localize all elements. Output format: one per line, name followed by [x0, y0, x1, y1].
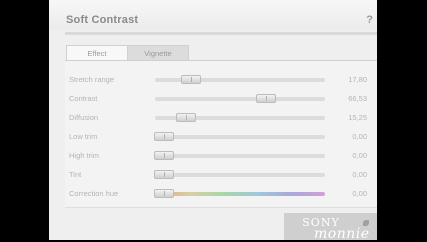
slider-row-stretch-range: Stretch range 17,80: [65, 74, 377, 86]
slider-row-contrast: Contrast 66,53: [65, 93, 377, 105]
slider-value: 15,25: [348, 113, 367, 122]
slider-value: 0,00: [352, 132, 367, 141]
slider-thumb[interactable]: [153, 189, 174, 198]
slider-thumb[interactable]: [181, 75, 202, 84]
slider-value: 66,53: [348, 94, 367, 103]
panel-title: Soft Contrast: [66, 14, 139, 26]
slider-track[interactable]: [155, 113, 325, 122]
slider-row-high-trim: High trim 0,00: [65, 150, 377, 162]
slider-thumb[interactable]: [153, 170, 174, 179]
tab-effect[interactable]: Effect: [66, 45, 128, 60]
slider-label: Low trim: [69, 132, 98, 141]
slider-thumb[interactable]: [256, 94, 276, 103]
slider-label: Contrast: [69, 94, 98, 103]
slider-track[interactable]: [153, 151, 325, 160]
slider-track[interactable]: [155, 94, 325, 103]
help-button[interactable]: ?: [366, 14, 373, 26]
slider-thumb[interactable]: [153, 132, 174, 141]
tab-vignette[interactable]: Vignette: [127, 45, 189, 60]
slider-label: Tint: [69, 170, 82, 179]
soft-contrast-panel: Soft Contrast ? Effect Vignette Stretch …: [49, 0, 377, 240]
slider-thumb[interactable]: [153, 151, 174, 160]
slider-row-low-trim: Low trim 0,00: [65, 131, 377, 143]
bottom-divider: [65, 207, 377, 208]
slider-label: Stretch range: [69, 75, 115, 84]
slider-label: Diffusion: [69, 113, 99, 122]
slider-row-tint: Tint 0,00: [65, 169, 377, 181]
header-divider: [65, 32, 377, 35]
slider-value: 0,00: [352, 170, 367, 179]
slider-thumb[interactable]: [176, 113, 197, 122]
slider-value: 17,80: [348, 75, 367, 84]
slider-value: 0,00: [352, 151, 367, 160]
panel-header: Soft Contrast ?: [49, 0, 377, 30]
effect-settings: Stretch range 17,80 Contrast 66,53 Diffu…: [65, 60, 377, 207]
watermark: SONY monnie: [284, 213, 377, 242]
hue-slider-track[interactable]: [153, 189, 325, 198]
slider-value: 0,00: [352, 189, 367, 198]
slider-label: Correction hue: [69, 189, 119, 198]
slider-row-correction-hue: Correction hue 0,00: [65, 188, 377, 200]
slider-row-diffusion: Diffusion 15,25: [65, 112, 377, 124]
slider-track[interactable]: [153, 170, 325, 179]
slider-label: High trim: [69, 151, 100, 160]
slider-track[interactable]: [153, 132, 325, 141]
slider-track[interactable]: [155, 75, 325, 84]
